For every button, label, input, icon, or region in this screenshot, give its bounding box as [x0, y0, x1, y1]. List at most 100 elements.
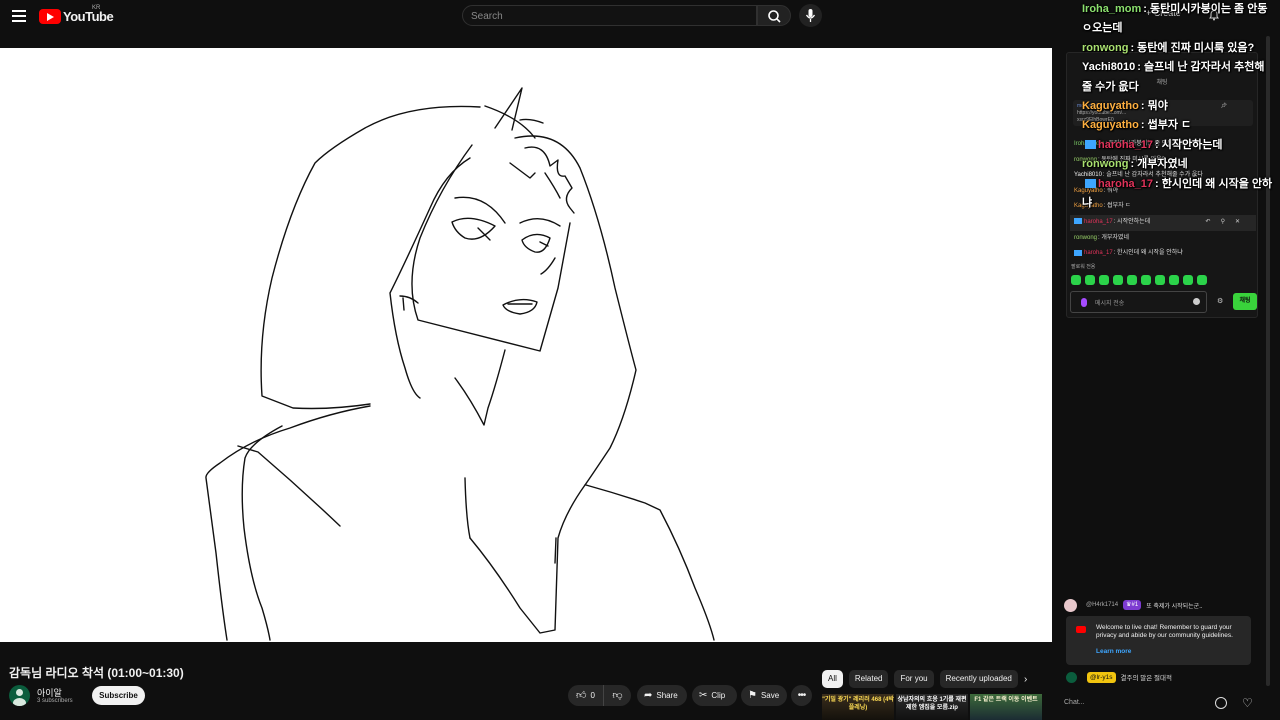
dislike-button[interactable]: 👎︎ — [604, 685, 631, 706]
chat-send-button[interactable]: 채팅 — [1233, 293, 1257, 310]
chat-overlay: Iroha_mom: 동탄미시카붕이는 좀 안동 ㅇ오는데 ronwong: 동탄에… — [1082, 0, 1280, 213]
member-badge-icon — [1085, 140, 1096, 150]
subscribe-button[interactable]: Subscribe — [92, 686, 145, 705]
video-player[interactable] — [0, 48, 1052, 642]
overlay-username: Kaguyatho — [1082, 119, 1139, 132]
more-icon: ••• — [797, 690, 806, 701]
overlay-text: 뭐야 — [1147, 99, 1168, 112]
emote-icon[interactable] — [1169, 275, 1179, 285]
menu-icon[interactable] — [10, 7, 28, 25]
chip-related[interactable]: Related — [848, 670, 889, 688]
overlay-text: 개부자였네 — [1137, 158, 1188, 171]
overlay-username: Iroha_mom — [1082, 3, 1142, 15]
clip-button[interactable]: ✂ Clip — [692, 685, 737, 706]
emoji-icon[interactable] — [1193, 298, 1200, 305]
emote-icon[interactable] — [1113, 275, 1123, 285]
clip-label: Clip — [711, 691, 726, 700]
member-badge-icon — [1074, 249, 1082, 256]
save-button[interactable]: ⚑ Save — [741, 685, 787, 706]
overlay-text: 동탄에 진짜 미시룩 있음? — [1137, 41, 1255, 54]
channel-avatar[interactable] — [9, 685, 30, 706]
masthead: YouTube KR — [0, 0, 1052, 32]
learn-more-link[interactable]: Learn more — [1096, 648, 1243, 656]
logo-text: YouTube — [63, 8, 114, 24]
gear-icon[interactable]: ⚙ — [1217, 297, 1223, 305]
live-chat-message: @H4rk1714 ♛#1 또 축제가 시작되는군.. — [1064, 598, 1254, 612]
youtube-icon — [1076, 626, 1086, 633]
overlay-chat-line: Kaguyatho: 뭐야 — [1082, 99, 1168, 112]
live-chat-text: 또 축제가 시작되는군.. — [1146, 603, 1203, 610]
overlay-chat-line: Yachi8010: 슬프네 난 감자라서 추천해 — [1082, 61, 1265, 74]
overlay-text: 슬프네 난 감자라서 추천해 — [1143, 61, 1265, 74]
more-actions-button[interactable]: ••• — [791, 685, 812, 706]
voice-search-button[interactable] — [799, 4, 822, 27]
emote-icon[interactable] — [1183, 275, 1193, 285]
avatar — [1064, 598, 1077, 612]
chat-frame-input[interactable]: 메시지 전송 — [1070, 291, 1207, 313]
message-actions-icon[interactable]: ↶⚲✕ — [1206, 215, 1250, 231]
live-chat-input[interactable]: Chat... — [1064, 695, 1204, 711]
youtube-logo[interactable]: YouTube — [39, 8, 114, 24]
rank-label: #1 — [1131, 602, 1139, 608]
chip-recently-uploaded[interactable]: Recently uploaded — [939, 670, 1018, 688]
chip-all[interactable]: All — [822, 670, 843, 688]
overlay-chat-line: ronwong: 개부자였네 — [1082, 158, 1188, 171]
overlay-text: 줄 수가 읎다 — [1082, 80, 1139, 93]
chat-username[interactable]: haroha_17 — [1084, 250, 1113, 256]
overlay-text: 썹부자 ㄷ — [1147, 119, 1192, 132]
emote-icon[interactable] — [1085, 275, 1095, 285]
live-chat-text: 결주의 말은 절대적 — [1120, 675, 1172, 682]
save-label: Save — [760, 691, 780, 700]
overlay-chat-line: haroha_17: 시작안하는데 — [1082, 136, 1280, 155]
chat-message: haroha_17: 한시인데 왜 시작을 안하냐 — [1074, 246, 1256, 262]
heart-icon[interactable]: ♡ — [1242, 696, 1253, 710]
welcome-text: Welcome to live chat! Remember to guard … — [1096, 624, 1233, 639]
overlay-text: 냐 — [1082, 196, 1093, 209]
mic-icon — [805, 9, 816, 22]
thumbnail[interactable]: 상남자의의 흐응 1기를 재편제한 엠집을 모름.zip — [896, 694, 968, 720]
recommendation-chips: All Related For you Recently uploaded — [822, 670, 1024, 688]
emoji-icon[interactable] — [1215, 697, 1227, 709]
chip-for-you[interactable]: For you — [894, 670, 934, 688]
share-icon: ➦ — [644, 689, 653, 701]
overlay-username: ronwong — [1082, 41, 1129, 54]
chevron-right-icon[interactable]: › — [1024, 674, 1027, 685]
search-button[interactable] — [757, 5, 791, 26]
mic-icon[interactable] — [1081, 298, 1087, 307]
video-progress-area[interactable] — [0, 642, 1052, 658]
live-chat-user[interactable]: @H4rk1714 — [1086, 602, 1118, 608]
search-box — [462, 5, 757, 26]
chat-text: 시작안하는데 — [1117, 218, 1151, 225]
emote-icon[interactable] — [1155, 275, 1165, 285]
thumbnail[interactable]: F1 같은 트랙 이동 이벤트 — [970, 694, 1042, 720]
chat-message: ronwong: 개부자였네 — [1074, 234, 1129, 241]
chat-username[interactable]: haroha_17 — [1084, 219, 1113, 225]
scissors-icon: ✂ — [699, 689, 708, 701]
emote-icon[interactable] — [1141, 275, 1151, 285]
share-label: Share — [656, 691, 678, 700]
overlay-chat-line: 냐 — [1082, 194, 1280, 213]
emote-bar — [1071, 275, 1211, 285]
overlay-text: 시작안하는데 — [1161, 138, 1223, 151]
overlay-chat-line: haroha_17: 한시인데 왜 시작을 안하 — [1082, 175, 1280, 194]
chat-username[interactable]: ronwong — [1074, 235, 1097, 241]
avatar — [1066, 671, 1077, 683]
chat-message: haroha_17: 시작안하는데 ↶⚲✕ — [1070, 214, 1256, 231]
like-count: 0 — [590, 691, 595, 700]
logo-region: KR — [92, 5, 101, 11]
emote-icon[interactable] — [1099, 275, 1109, 285]
emote-icon[interactable] — [1127, 275, 1137, 285]
share-button[interactable]: ➦ Share — [637, 685, 687, 706]
search-input[interactable] — [463, 7, 756, 26]
thumbnail[interactable]: "기밀 광기" 레리러 468 (4박 플레닝) — [822, 694, 894, 720]
like-button[interactable]: 👍︎ 0 — [568, 685, 604, 706]
live-chat-message: @lr-y1s 결주의 말은 절대적 — [1066, 670, 1256, 684]
overlay-username: ronwong — [1082, 158, 1129, 171]
live-chat-user[interactable]: @lr-y1s — [1087, 671, 1116, 683]
overlay-username: Yachi8010 — [1082, 61, 1136, 74]
chat-frame-placeholder: 메시지 전송 — [1095, 301, 1125, 307]
overlay-username: haroha_17 — [1098, 138, 1154, 151]
emote-icon[interactable] — [1071, 275, 1081, 285]
emote-icon[interactable] — [1197, 275, 1207, 285]
search-icon — [768, 10, 781, 23]
